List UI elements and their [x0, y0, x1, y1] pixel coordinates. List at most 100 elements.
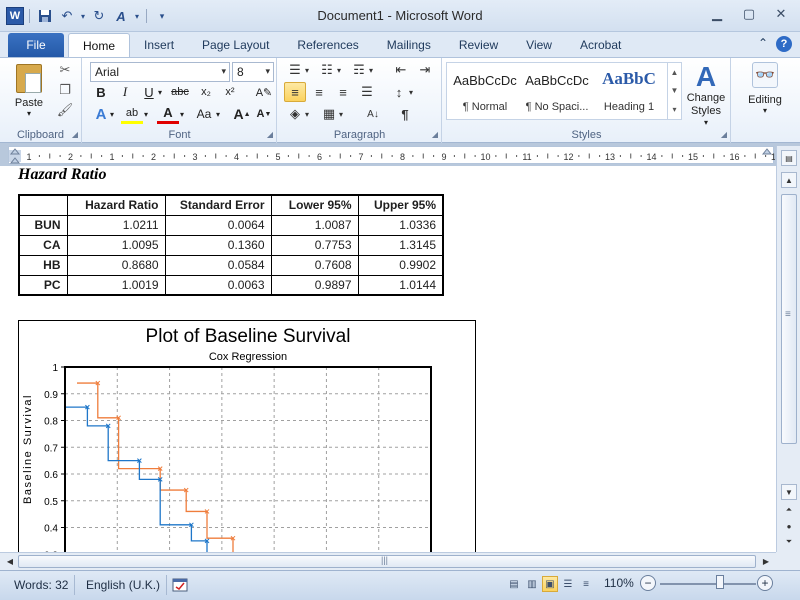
gallery-more-icon[interactable]: ▾ — [672, 105, 676, 114]
grow-font-icon[interactable]: A ▲ — [231, 104, 253, 124]
styles-launcher-icon[interactable]: ◢ — [721, 130, 727, 139]
scroll-right-icon[interactable]: ▶ — [758, 554, 774, 569]
tab-page-layout[interactable]: Page Layout — [188, 33, 283, 57]
change-styles-button[interactable]: A Change Styles ▾ — [683, 62, 729, 128]
zoom-slider-thumb[interactable] — [716, 575, 725, 589]
style-no-spacing[interactable]: AaBbCcDc ¶ No Spaci... — [521, 63, 593, 119]
word-count[interactable]: Words: 32 — [8, 575, 76, 595]
align-right-icon[interactable]: ≡ — [332, 82, 354, 102]
highlight-icon[interactable]: ab — [121, 104, 143, 124]
print-layout-icon[interactable]: ▤ — [506, 576, 522, 592]
outline-icon[interactable]: ☰ — [560, 576, 576, 592]
italic-icon[interactable]: I — [114, 82, 136, 102]
minimize-ribbon-icon[interactable]: ⌃ — [758, 36, 768, 52]
align-left-icon[interactable]: ≡ — [284, 82, 306, 102]
style-normal[interactable]: AaBbCcDc ¶ Normal — [449, 63, 521, 119]
numbering-dropdown-icon[interactable]: ▾ — [334, 60, 344, 80]
style-heading-1[interactable]: AaBbC Heading 1 — [593, 63, 665, 119]
highlight-dropdown-icon[interactable]: ▾ — [141, 104, 151, 124]
borders-dropdown-icon[interactable]: ▾ — [336, 104, 346, 124]
view-ruler-icon[interactable]: ▤ — [781, 150, 797, 166]
multilevel-dropdown-icon[interactable]: ▾ — [366, 60, 376, 80]
vertical-scrollbar[interactable]: ▤ ▲ ▼ ⏶ ● ⏷ — [776, 146, 800, 552]
vertical-scroll-thumb[interactable] — [781, 194, 797, 444]
help-icon[interactable]: ? — [776, 36, 792, 52]
justify-icon[interactable]: ☰ — [356, 82, 378, 102]
horizontal-ruler[interactable]: 121234567891011121314151617 — [8, 146, 775, 164]
maximize-button[interactable]: ▢ — [734, 4, 764, 24]
tab-file[interactable]: File — [8, 33, 64, 57]
browse-object-icon[interactable]: ● — [781, 518, 797, 534]
tab-view[interactable]: View — [512, 33, 566, 57]
draft-icon[interactable]: ≡ — [578, 576, 594, 592]
font-size-field[interactable]: 8 ▾ — [232, 62, 274, 82]
zoom-out-icon[interactable]: − — [640, 575, 656, 591]
customize-qat-icon[interactable]: ▾ — [152, 7, 172, 25]
subscript-icon[interactable]: x₂ — [195, 82, 217, 102]
word-app-icon[interactable]: W — [6, 7, 24, 25]
gallery-up-icon[interactable]: ▲ — [671, 68, 679, 77]
minimize-button[interactable]: ▁ — [702, 4, 732, 24]
scroll-down-icon[interactable]: ▼ — [781, 484, 797, 500]
font-launcher-icon[interactable]: ◢ — [267, 130, 273, 139]
shrink-font-icon[interactable]: A ▼ — [253, 104, 275, 124]
increase-indent-icon[interactable]: ⇥ — [414, 60, 436, 80]
zoom-in-icon[interactable]: + — [757, 575, 773, 591]
tab-review[interactable]: Review — [445, 33, 512, 57]
font-name-field[interactable]: Arial ▾ — [90, 62, 230, 82]
format-icon[interactable]: A — [111, 7, 131, 25]
zoom-slider-track[interactable] — [660, 583, 756, 585]
zoom-level[interactable]: 110% — [604, 576, 634, 590]
font-color-icon[interactable]: A — [157, 104, 179, 124]
redo-icon[interactable]: ↻ — [89, 7, 109, 25]
line-spacing-dropdown-icon[interactable]: ▾ — [406, 82, 416, 102]
change-case-dropdown-icon[interactable]: ▾ — [213, 104, 223, 124]
decrease-indent-icon[interactable]: ⇤ — [390, 60, 412, 80]
undo-dropdown-icon[interactable]: ▾ — [79, 7, 87, 25]
cut-icon[interactable]: ✂ — [56, 62, 74, 78]
close-button[interactable]: ✕ — [766, 4, 796, 24]
strikethrough-icon[interactable]: abc — [169, 82, 191, 102]
tab-acrobat[interactable]: Acrobat — [566, 33, 635, 57]
bold-icon[interactable]: B — [90, 82, 112, 102]
full-screen-reading-icon[interactable]: ▥ — [524, 576, 540, 592]
right-indent-marker[interactable] — [761, 148, 773, 155]
gallery-down-icon[interactable]: ▼ — [671, 86, 679, 95]
paragraph-launcher-icon[interactable]: ◢ — [432, 130, 438, 139]
proofing-icon[interactable] — [166, 575, 194, 595]
change-case-icon[interactable]: Aa — [193, 104, 215, 124]
superscript-icon[interactable]: x² — [219, 82, 241, 102]
scroll-up-icon[interactable]: ▲ — [781, 172, 797, 188]
scroll-left-icon[interactable]: ◀ — [2, 554, 18, 569]
font-name-dropdown-icon[interactable]: ▾ — [221, 66, 226, 77]
sort-icon[interactable]: A↓ — [362, 104, 384, 124]
format-painter-icon[interactable]: 🖌 — [56, 102, 74, 118]
align-center-icon[interactable]: ≡ — [308, 82, 330, 102]
web-layout-icon[interactable]: ▣ — [542, 576, 558, 592]
shading-dropdown-icon[interactable]: ▾ — [302, 104, 312, 124]
previous-page-icon[interactable]: ⏶ — [781, 502, 797, 518]
show-formatting-icon[interactable]: ¶ — [394, 104, 416, 124]
save-icon[interactable] — [35, 7, 55, 25]
tab-insert[interactable]: Insert — [130, 33, 188, 57]
tab-home[interactable]: Home — [68, 33, 131, 57]
font-size-dropdown-icon[interactable]: ▾ — [265, 66, 270, 77]
copy-icon[interactable]: ❐ — [56, 82, 74, 98]
language-indicator[interactable]: English (U.K.) — [80, 575, 168, 595]
next-page-icon[interactable]: ⏷ — [781, 534, 797, 550]
horizontal-scrollbar[interactable]: ◀ ▶ — [0, 552, 776, 570]
text-effects-dropdown-icon[interactable]: ▾ — [107, 104, 117, 124]
bullets-dropdown-icon[interactable]: ▾ — [302, 60, 312, 80]
format-dropdown-icon[interactable]: ▾ — [133, 7, 141, 25]
font-color-dropdown-icon[interactable]: ▾ — [177, 104, 187, 124]
editing-button[interactable]: 👓 Editing ▾ — [736, 62, 794, 115]
tab-references[interactable]: References — [283, 33, 372, 57]
tab-mailings[interactable]: Mailings — [373, 33, 445, 57]
document-page[interactable]: Hazard Ratio Hazard Ratio Standard Error… — [0, 166, 776, 552]
clipboard-launcher-icon[interactable]: ◢ — [72, 130, 78, 139]
paste-button[interactable]: Paste ▾ — [8, 62, 50, 118]
underline-dropdown-icon[interactable]: ▾ — [155, 82, 165, 102]
survival-chart-frame[interactable]: Plot of Baseline Survival Cox Regression B… — [18, 320, 476, 552]
horizontal-scroll-thumb[interactable] — [18, 555, 756, 568]
clear-formatting-icon[interactable]: A✎ — [253, 82, 275, 102]
